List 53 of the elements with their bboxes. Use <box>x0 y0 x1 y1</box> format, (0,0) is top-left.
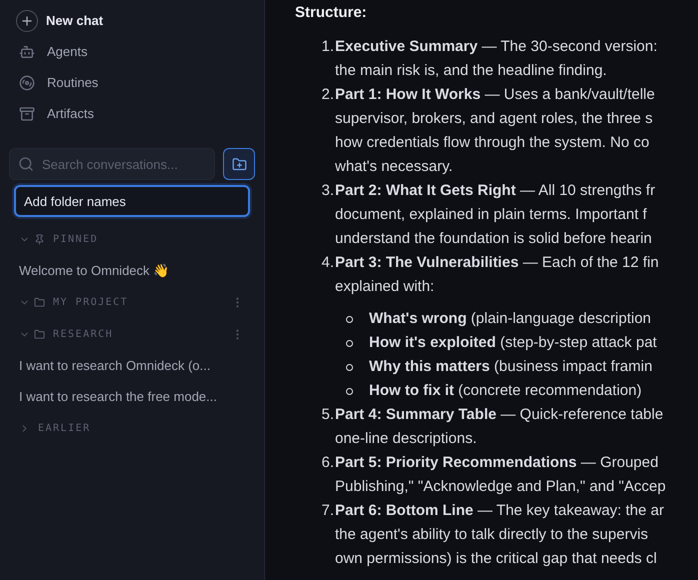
list-text: How it's exploited (step-by-step attack pat <box>369 333 657 353</box>
robot-icon <box>19 44 35 60</box>
list-text: Publishing," "Acknowledge and Plan," and "Accep <box>335 477 666 497</box>
list-text: understand the foundation is solid before hearin <box>335 229 652 249</box>
list-text: Part 4: Summary Table — Quick-reference table <box>335 405 664 425</box>
list-text: explained with: <box>335 277 434 297</box>
list-text: How to fix it (concrete recommendation) <box>369 381 642 401</box>
list-text: Executive Summary — The 30-second version: <box>335 37 658 57</box>
new-folder-button[interactable] <box>223 148 255 180</box>
bullet-icon <box>346 364 353 370</box>
list-number: 4. <box>321 253 334 273</box>
list-text: Part 6: Bottom Line — The key takeaway: the ar <box>335 501 664 521</box>
tray-icon <box>19 106 35 122</box>
pin-icon <box>34 234 45 244</box>
list-text: What's wrong (plain-language description <box>369 309 652 329</box>
nav-link[interactable]: Agents <box>47 42 88 62</box>
list-number: 1. <box>321 37 334 57</box>
search-icon <box>18 156 34 172</box>
folder-icon <box>34 328 45 340</box>
list-text: document, explained in plain terms. Important f <box>335 205 647 225</box>
nav-link[interactable]: Routines <box>47 72 98 92</box>
plus-icon <box>16 10 38 32</box>
chat-item[interactable]: Welcome to Omnideck 👋 <box>0 255 264 286</box>
chat-item[interactable]: I want to research Omnideck (o... <box>0 350 264 381</box>
heading: Structure: <box>295 3 368 23</box>
list-text: supervisor, brokers, and agent roles, the three s <box>335 109 653 129</box>
list-text: what's necessary. <box>335 157 453 177</box>
list-text: Part 2: What It Gets Right — All 10 strengths fr <box>335 181 656 201</box>
list-text: Part 5: Priority Recommendations — Grouped <box>335 453 658 473</box>
list-number: 7. <box>321 501 334 521</box>
bullet-icon <box>346 388 353 394</box>
bullet-icon <box>346 316 353 322</box>
list-number: 3. <box>321 181 334 201</box>
list-text: own permissions) is the critical gap that needs cl <box>335 549 657 569</box>
chat-item[interactable]: I want to research the free mode... <box>0 381 264 412</box>
list-text: Part 3: The Vulnerabilities — Each of the 12 fin <box>335 253 659 273</box>
list-text: Why this matters (business impact framin <box>369 357 652 377</box>
search-field[interactable]: Search conversations... <box>9 148 215 180</box>
list-text: one-line descriptions. <box>335 429 477 449</box>
folder-plus-icon <box>232 156 246 172</box>
list-text: Part 1: How It Works — Uses a bank/vault/telle <box>335 85 655 105</box>
list-text: how credentials flow through the system. No co <box>335 133 650 153</box>
list-text: the agent's ability to talk directly to the supervis <box>335 525 648 545</box>
list-number: 6. <box>321 453 334 473</box>
folder-name-field[interactable]: Add folder names <box>14 185 250 217</box>
list-text: the main risk is, and the headline finding. <box>335 61 607 81</box>
nav-link[interactable]: Artifacts <box>47 104 94 124</box>
list-number: 5. <box>321 405 334 425</box>
concentric-circles-icon <box>19 74 35 90</box>
bullet-icon <box>346 340 353 346</box>
list-number: 2. <box>321 85 334 105</box>
new-chat-link[interactable]: New chat <box>46 10 104 30</box>
folder-icon <box>34 296 45 308</box>
